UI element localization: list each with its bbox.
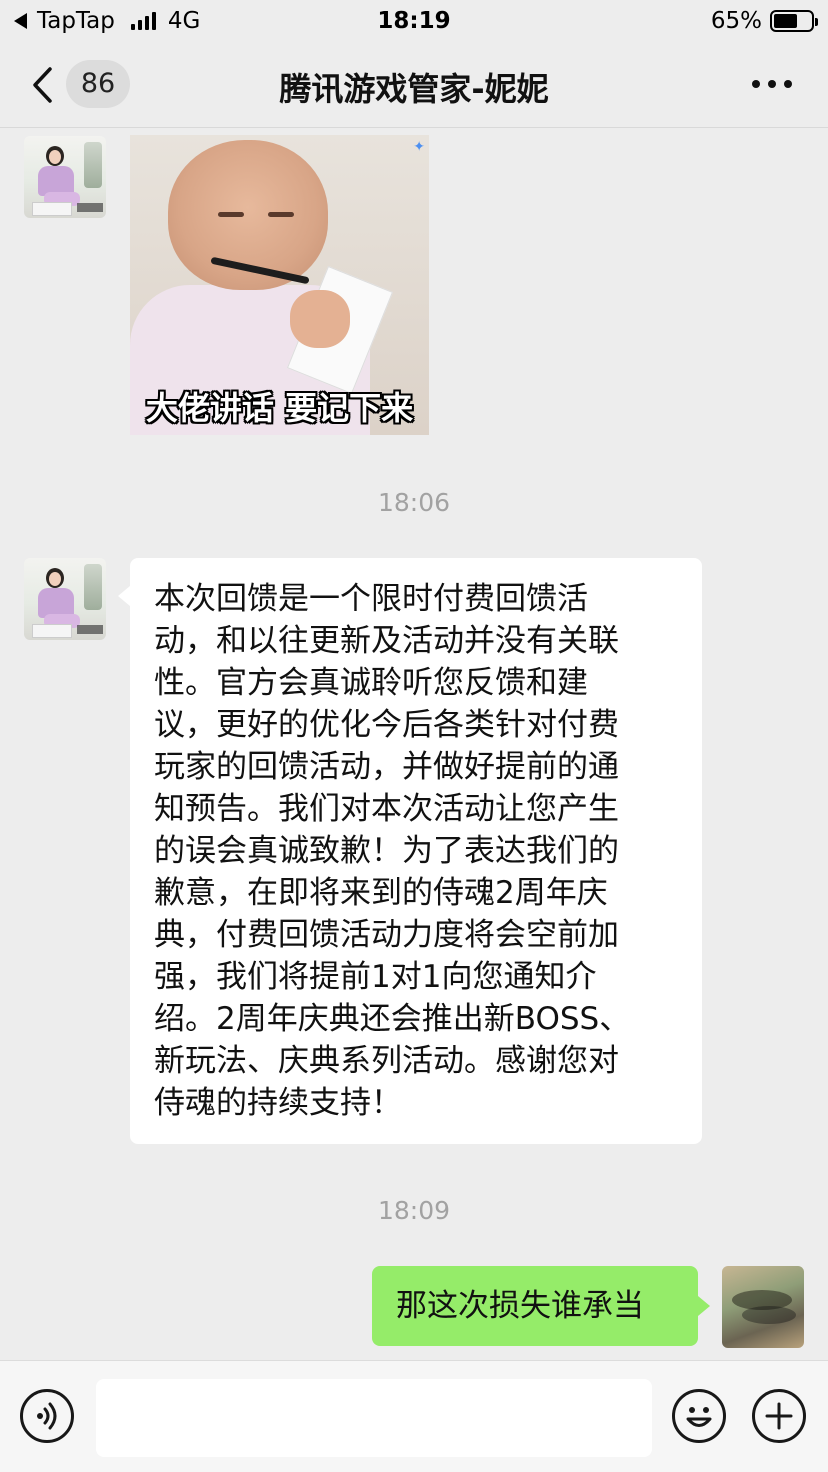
more-options-icon[interactable] <box>752 80 792 88</box>
sticker-image[interactable]: ✦ 大佬讲话 要记下来 <box>130 135 429 435</box>
battery-percent: 65% <box>710 8 762 34</box>
outgoing-message-bubble[interactable]: 那这次损失谁承当 <box>372 1266 710 1346</box>
status-time: 18:19 <box>377 8 451 34</box>
status-bar: TapTap 4G 18:19 65% <box>0 0 828 42</box>
unread-count-badge[interactable]: 86 <box>66 60 130 108</box>
back-chevron-icon[interactable] <box>30 66 56 104</box>
sticker-caption: 大佬讲话 要记下来 <box>145 389 414 427</box>
my-avatar[interactable] <box>722 1266 804 1348</box>
contact-avatar[interactable] <box>24 558 106 640</box>
message-input[interactable] <box>96 1379 652 1457</box>
voice-icon[interactable] <box>20 1389 74 1443</box>
butterfly-icon: ✦ <box>413 139 425 155</box>
chat-header: 86 腾讯游戏管家-妮妮 <box>0 42 828 128</box>
message-timestamp: 18:06 <box>377 488 451 517</box>
input-bar <box>0 1360 828 1472</box>
message-text: 本次回馈是一个限时付费回馈活 动，和以往更新及活动并没有关联 性。官方会真诚聆听… <box>154 581 631 1121</box>
battery-icon <box>770 10 818 32</box>
message-timestamp: 18:09 <box>377 1196 451 1225</box>
plus-icon[interactable] <box>752 1389 806 1443</box>
incoming-message-bubble[interactable]: 本次回馈是一个限时付费回馈活 动，和以往更新及活动并没有关联 性。官方会真诚聆听… <box>118 558 702 1144</box>
emoji-icon[interactable] <box>672 1389 726 1443</box>
contact-avatar[interactable] <box>24 136 106 218</box>
status-right: 65% <box>710 8 818 34</box>
message-text: 那这次损失谁承当 <box>396 1288 644 1324</box>
